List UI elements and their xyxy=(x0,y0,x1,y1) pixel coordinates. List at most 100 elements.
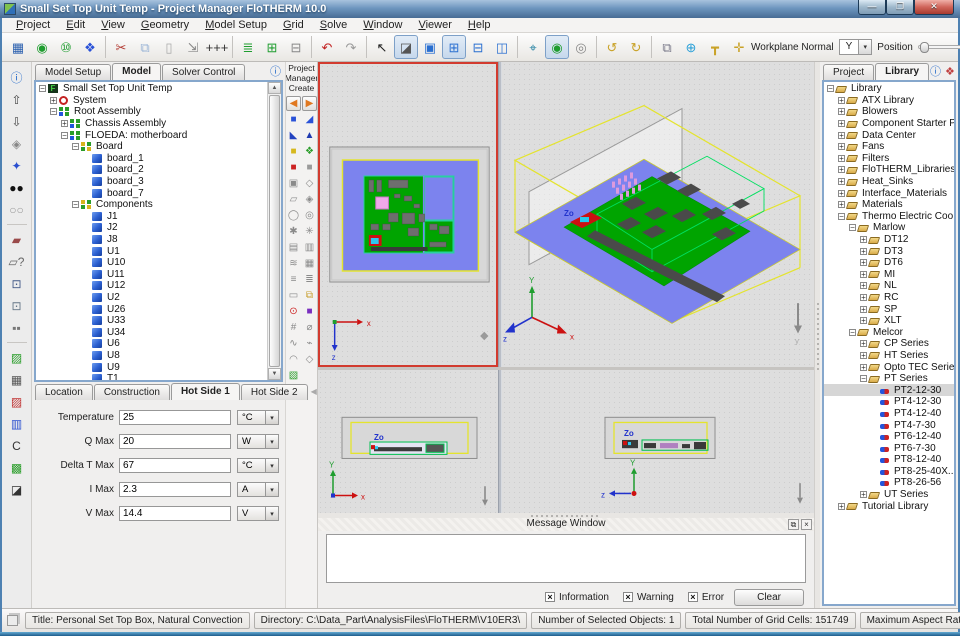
checkbox-mark[interactable]: × xyxy=(688,592,698,602)
create-plate-button[interactable]: ▱ xyxy=(286,192,301,207)
tree-row[interactable]: PT2-12-30 xyxy=(824,384,954,396)
create-grille-button[interactable]: ▤ xyxy=(286,240,301,255)
tree-row[interactable]: − Library xyxy=(824,83,954,95)
expander-icon[interactable]: − xyxy=(72,201,79,208)
split-horizontal-button[interactable]: ⊟ xyxy=(466,35,490,59)
grid-constraints-button[interactable]: +++ xyxy=(205,35,229,59)
create-cylinder-button[interactable]: ◯ xyxy=(286,208,301,223)
detach-button[interactable]: ⊟ xyxy=(284,35,308,59)
select-cursor-button[interactable]: ↖ xyxy=(370,35,394,59)
tree-row[interactable]: + FloTHERM_Libraries xyxy=(824,164,954,176)
tree-row[interactable]: + Filters xyxy=(824,153,954,165)
viewport-bottom-right[interactable]: Zo Y xyxy=(502,370,814,513)
select-region-alt-button[interactable]: ⊡ xyxy=(6,296,28,315)
create-purple-cuboid-button[interactable]: ■ xyxy=(302,304,317,319)
chevron-down-icon[interactable]: ▾ xyxy=(265,506,279,521)
tree-row[interactable]: − PT Series xyxy=(824,373,954,385)
align-views-button[interactable]: ⧉ xyxy=(655,35,679,59)
create-pcb-button[interactable]: ▭ xyxy=(286,288,301,303)
expander-icon[interactable]: + xyxy=(838,178,845,185)
drop-down-button[interactable]: ⇩ xyxy=(6,112,28,131)
paste-button[interactable]: ▯ xyxy=(157,35,181,59)
scroll-thumb[interactable] xyxy=(269,95,280,367)
scroll-down-icon[interactable]: ▼ xyxy=(268,368,281,380)
rotate-ccw-button[interactable]: ↺ xyxy=(600,35,624,59)
expander-icon[interactable]: − xyxy=(860,375,867,382)
import-button[interactable]: ⇲ xyxy=(181,35,205,59)
grid-table-button[interactable]: ▦ xyxy=(6,370,28,389)
view-direction-button[interactable]: ⌖ xyxy=(521,35,545,59)
shades-on-button[interactable]: ●● xyxy=(6,178,28,197)
tree-row[interactable]: PT6-12-40 xyxy=(824,431,954,443)
expander-icon[interactable]: − xyxy=(827,85,834,92)
warning-checkbox[interactable]: × Warning xyxy=(623,592,674,603)
create-fan-button[interactable]: ✱ xyxy=(286,224,301,239)
expander-icon[interactable]: + xyxy=(860,259,867,266)
tree-row[interactable]: + Component Starter P... xyxy=(824,118,954,130)
create-fan3d-button[interactable]: ✳ xyxy=(302,224,317,239)
message-log[interactable] xyxy=(326,534,806,583)
wireframe-view-button[interactable]: ◎ xyxy=(569,35,593,59)
library-tab[interactable]: Library xyxy=(875,63,929,80)
tree-row[interactable]: + Heat_Sinks xyxy=(824,176,954,188)
expander-icon[interactable]: + xyxy=(860,248,867,255)
workplane-pin-icon[interactable] xyxy=(797,483,803,504)
create-heatsink-button[interactable]: ≡ xyxy=(286,272,301,287)
create-grille3d-button[interactable]: ▥ xyxy=(302,240,317,255)
expander-icon[interactable]: + xyxy=(838,503,845,510)
close-button[interactable]: ✕ xyxy=(914,0,954,15)
cut-button[interactable]: ✂ xyxy=(109,35,133,59)
tree-row[interactable]: U33 xyxy=(36,315,267,327)
tree-row[interactable]: + Fans xyxy=(824,141,954,153)
field-input[interactable] xyxy=(119,506,231,521)
group-objects-button[interactable]: ▪▪ xyxy=(6,318,28,337)
tree-row[interactable]: U2 xyxy=(36,292,267,304)
shaded-view-button[interactable]: ◉ xyxy=(545,35,569,59)
float-panel-icon[interactable]: ⧉ xyxy=(788,519,799,530)
minimize-button[interactable]: — xyxy=(858,0,886,15)
tree-row[interactable]: + Tutorial Library xyxy=(824,500,954,512)
create-source-button[interactable]: ■ xyxy=(286,144,301,159)
expander-icon[interactable]: + xyxy=(860,306,867,313)
tree-row[interactable]: PT4-12-40 xyxy=(824,408,954,420)
tree-row[interactable]: U12 xyxy=(36,280,267,292)
tree-row[interactable]: − Board xyxy=(36,141,267,153)
tree-row[interactable]: + DT6 xyxy=(824,257,954,269)
tree-row[interactable]: board_2 xyxy=(36,164,267,176)
slider-thumb[interactable] xyxy=(920,42,929,53)
flotherm10-button[interactable]: ⑩ xyxy=(54,35,78,59)
library-structure-icon[interactable]: ❖ xyxy=(945,67,955,78)
model-tab[interactable]: Solver Control xyxy=(162,64,245,80)
expander-icon[interactable]: − xyxy=(50,108,57,115)
copy-button[interactable]: ⧉ xyxy=(133,35,157,59)
expander-icon[interactable]: + xyxy=(838,166,845,173)
workplane-position-slider[interactable] xyxy=(918,45,960,49)
tree-row[interactable]: + HT Series xyxy=(824,350,954,362)
tree-row[interactable]: − Small Set Top Unit Temp xyxy=(36,83,267,95)
tree-row[interactable]: + CP Series xyxy=(824,338,954,350)
create-arc-button[interactable]: ◠ xyxy=(286,352,301,367)
drop-up-button[interactable]: ⇧ xyxy=(6,90,28,109)
create-cuboid-button[interactable]: ■ xyxy=(286,112,301,127)
attribute-tab[interactable]: Location xyxy=(35,384,93,400)
unit-combo[interactable]: A ▾ xyxy=(237,482,279,497)
tree-row[interactable]: − Components xyxy=(36,199,267,211)
tree-row[interactable]: board_3 xyxy=(36,176,267,188)
tree-row[interactable]: U26 xyxy=(36,303,267,315)
workplane-pin-icon[interactable] xyxy=(480,332,488,340)
tree-row[interactable]: T1 xyxy=(36,373,267,380)
tree-row[interactable]: PT8-25-40X... xyxy=(824,466,954,478)
menu-item[interactable]: Window xyxy=(355,19,410,31)
expander-icon[interactable]: + xyxy=(838,120,845,127)
check-model-button[interactable]: ◈ xyxy=(6,134,28,153)
quad-view-button[interactable]: ⊞ xyxy=(442,35,466,59)
field-input[interactable] xyxy=(119,458,231,473)
fit-view-button[interactable]: ⊕ xyxy=(679,35,703,59)
expander-icon[interactable]: + xyxy=(860,491,867,498)
create-pyramid-button[interactable]: ▲ xyxy=(302,128,317,143)
tree-row[interactable]: J8 xyxy=(36,234,267,246)
tree-row[interactable]: + NL xyxy=(824,280,954,292)
scroll-up-icon[interactable]: ▲ xyxy=(268,82,281,94)
workplane-axis-combo[interactable]: Y ▾ xyxy=(839,39,873,55)
tree-row[interactable]: PT4-12-30 xyxy=(824,396,954,408)
